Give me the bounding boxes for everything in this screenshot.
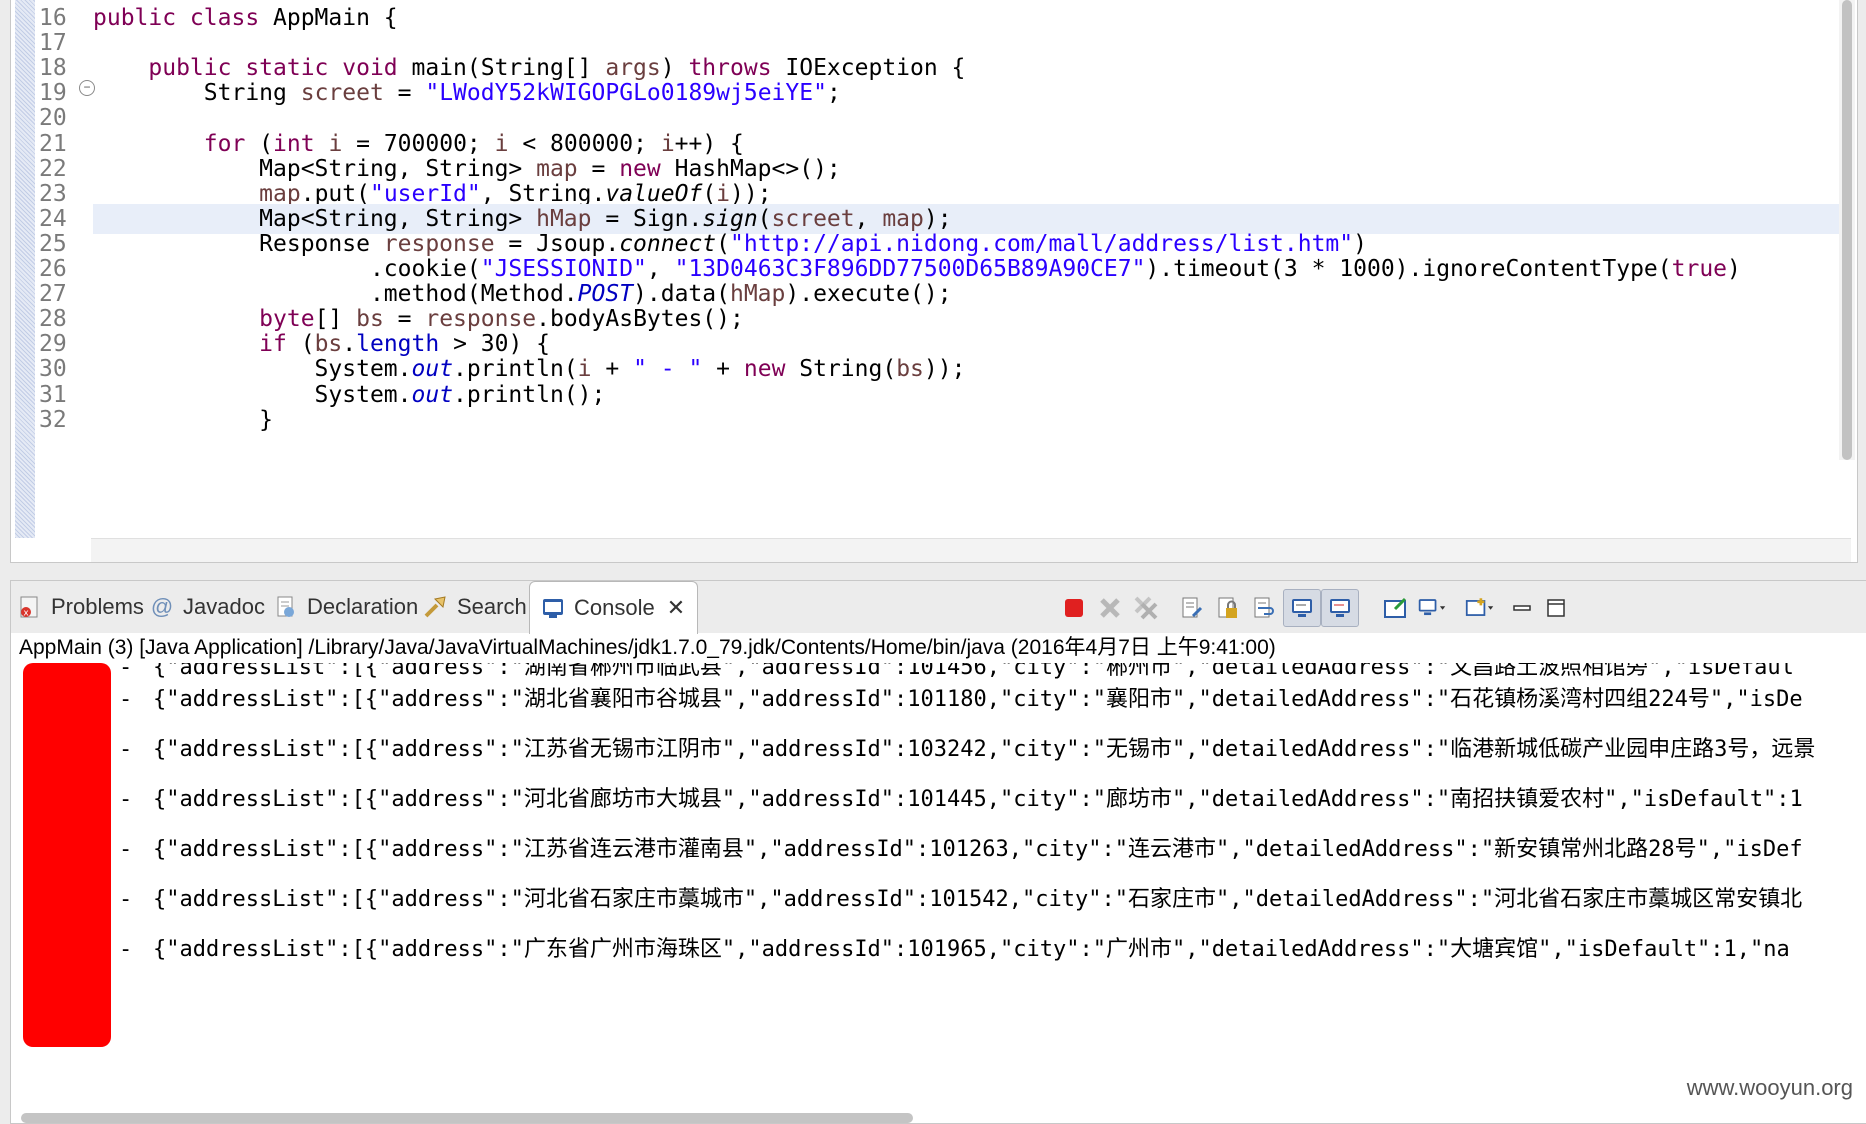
maximize-icon[interactable] [1541,593,1571,623]
code-text: } [93,406,274,433]
show-on-stdout-icon[interactable] [1283,589,1321,627]
console-output-line: - {"addressList":[{"address":"江苏省连云港市灌南县"… [119,837,1803,862]
tab-console[interactable]: Console ✕ [529,581,699,634]
editor-horizontal-scrollbar[interactable] [91,538,1851,562]
tab-label: Declaration [307,594,419,619]
tab-label: Problems [51,594,144,619]
minimize-icon[interactable] [1507,593,1537,623]
javadoc-icon: @ [150,594,174,619]
code-line[interactable]: 32 } [11,405,1847,435]
show-on-stderr-icon[interactable] [1321,589,1359,627]
console-output[interactable]: - {"addressList":[{"address":"湖南省郴州市临武县",… [11,663,1857,1083]
svg-text:x: x [23,609,29,619]
search-icon [423,594,449,620]
code-lines[interactable]: 16 public class AppMain {17 18 public stat… [11,0,1847,538]
tab-label: Search [457,594,527,619]
scroll-thumb[interactable] [1842,0,1852,460]
console-output-line: - {"addressList":[{"address":"广东省广州市海珠区",… [119,937,1790,962]
console-output-line: - {"addressList":[{"address":"河北省石家庄市藁城市"… [119,887,1803,912]
console-output-line: - {"addressList":[{"address":"河北省廊坊市大城县",… [119,787,1803,812]
tab-javadoc[interactable]: @ Javadoc [149,581,265,633]
console-output-line: - {"addressList":[{"address":"江苏省无锡市江阴市",… [119,737,1816,762]
pin-console-icon[interactable] [1381,593,1411,623]
fold-toggle-icon[interactable]: − [79,80,95,96]
editor-vertical-scrollbar[interactable] [1839,0,1855,460]
line-number: 32 [39,406,67,433]
scroll-lock-icon[interactable] [1213,593,1243,623]
close-icon[interactable]: ✕ [667,595,685,621]
declaration-icon [273,594,299,620]
remove-launch-icon[interactable] [1095,593,1125,623]
clear-console-icon[interactable] [1177,593,1207,623]
terminate-icon[interactable] [1059,593,1089,623]
console-output-line: - {"addressList":[{"address":"湖南省郴州市临武县",… [119,663,1794,680]
watermark: www.wooyun.org [1686,1075,1853,1100]
word-wrap-icon[interactable] [1249,593,1279,623]
bottom-panel: x Problems @ Javadoc Declaration Search … [10,580,1866,1124]
display-selected-console-icon[interactable] [1417,593,1447,623]
tab-declaration[interactable]: Declaration [273,581,418,633]
tab-search[interactable]: Search [423,581,527,633]
code-editor[interactable]: 16 public class AppMain {17 18 public stat… [10,0,1858,563]
tab-label: Javadoc [183,594,265,619]
console-output-line: - {"addressList":[{"address":"湖北省襄阳市谷城县",… [119,687,1803,712]
console-launch-info: AppMain (3) [Java Application] /Library/… [19,636,1276,659]
tab-problems[interactable]: x Problems [17,581,144,633]
console-icon [540,595,566,621]
panel-tab-bar: x Problems @ Javadoc Declaration Search … [11,581,1866,634]
open-console-icon[interactable] [1465,593,1495,623]
redaction-mark [23,663,111,1047]
remove-all-launches-icon[interactable] [1131,593,1161,623]
problems-icon: x [17,594,43,620]
tab-label: Console [574,595,655,620]
